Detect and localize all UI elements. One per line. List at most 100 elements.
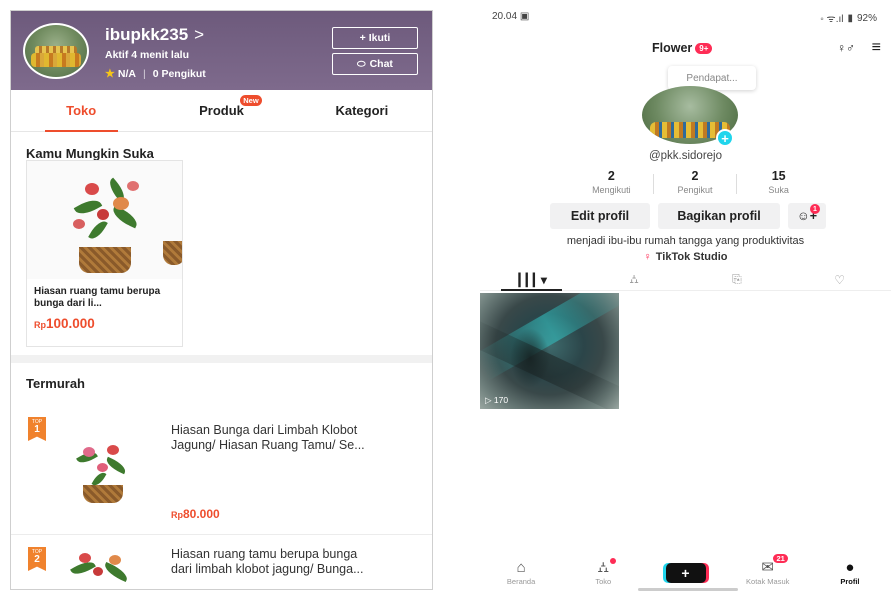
create-icon: + — [665, 563, 706, 583]
studio-label: TikTok Studio — [655, 251, 728, 263]
liked-heart-icon: ♡ — [834, 272, 845, 287]
follow-label: + Ikuti — [359, 32, 391, 44]
nav-create[interactable]: + — [644, 563, 726, 583]
stat-value: 2 — [691, 169, 699, 183]
tab-label: Produk — [199, 103, 244, 118]
stat-likes[interactable]: 15 Suka — [737, 169, 820, 199]
tab-produk[interactable]: Produk New — [151, 90, 291, 131]
new-badge: New — [240, 95, 262, 106]
repost-icon: ⎘ — [732, 272, 742, 286]
nav-label: Toko — [595, 577, 612, 586]
rank-number: 2 — [34, 554, 40, 565]
tiktok-profile-screen: 20.04 ▣ ◦ ᯤ.ıl ▮ 92% Flower 9+ ♀♂ ≡ Penda… — [480, 3, 891, 591]
status-time: 20.04 ▣ — [492, 11, 529, 22]
product-name-line: Jagung/ Hiasan Ruang Tamu/ Se... — [171, 438, 365, 452]
gallery-icon: ▣ — [519, 11, 530, 22]
shop-meta: ★ N/A | 0 Pengikut — [105, 67, 206, 81]
price-value: 100.000 — [46, 316, 95, 331]
list-item[interactable]: TOP 2 Hiasan ruang tamu berupa bunga dar… — [11, 537, 432, 589]
product-name-line: Hiasan Bunga dari Limbah Klobot — [171, 423, 358, 437]
rank-badge: TOP 1 — [28, 417, 46, 441]
tab-liked[interactable]: ♡ — [788, 269, 891, 290]
price-prefix: Rp — [34, 320, 46, 330]
follow-button[interactable]: + Ikuti — [332, 27, 418, 49]
chat-label: Chat — [369, 58, 393, 70]
account-switcher[interactable]: Flower 9+ — [652, 41, 713, 55]
account-name: Flower — [652, 41, 693, 55]
chat-button[interactable]: ⬭ Chat — [332, 53, 418, 75]
shop-icon: ⛼ — [597, 559, 610, 576]
shop-rating: N/A — [117, 67, 136, 80]
shop-active-status: Aktif 4 menit lalu — [105, 49, 190, 61]
star-icon: ★ — [105, 68, 115, 80]
profile-stats: 2 Mengikuti 2 Pengikut 15 Suka — [570, 169, 820, 199]
add-friend-button[interactable]: ☺+ 1 — [788, 203, 826, 229]
shop-followers: 0 Pengikut — [152, 67, 206, 80]
studio-icon: ♀ — [643, 251, 652, 263]
product-image — [63, 545, 143, 589]
chevron-right-icon: > — [194, 25, 205, 44]
product-name: Hiasan Bunga dari Limbah Klobot Jagung/ … — [171, 423, 419, 453]
nav-label: Profil — [840, 577, 860, 586]
shop-name[interactable]: ibupkk235 > — [105, 25, 204, 45]
tab-kategori[interactable]: Kategori — [292, 90, 432, 131]
stat-label: Pengikut — [677, 185, 713, 195]
menu-icon[interactable]: ≡ — [872, 40, 881, 56]
profile-actions: Edit profil Bagikan profil ☺+ 1 — [550, 203, 826, 229]
edit-profile-button[interactable]: Edit profil — [550, 203, 650, 229]
section-divider — [11, 355, 432, 363]
product-name: Hiasan ruang tamu berupa bunga dari limb… — [171, 547, 419, 577]
product-card[interactable]: Hiasan ruang tamu berupa bunga dari li..… — [26, 160, 183, 347]
nav-label: Kotak Masuk — [746, 577, 790, 586]
product-name-line: Hiasan ruang tamu berupa bunga — [171, 547, 358, 561]
dual-account-icon[interactable]: ♀♂ — [837, 41, 855, 55]
shop-header: ibupkk235 > Aktif 4 menit lalu ★ N/A | 0 … — [11, 11, 432, 90]
price-value: 80.000 — [183, 507, 220, 521]
nav-label: Beranda — [506, 577, 536, 586]
tiktok-studio-link[interactable]: ♀ TikTok Studio — [480, 251, 891, 263]
nav-profile[interactable]: ● Profil — [809, 559, 891, 587]
time-text: 20.04 — [492, 11, 518, 22]
price-prefix: Rp — [171, 510, 183, 520]
shop-avatar[interactable] — [23, 23, 89, 79]
shop-screen: ibupkk235 > Aktif 4 menit lalu ★ N/A | 0 … — [10, 10, 433, 590]
video-views: ▷ 170 — [485, 395, 509, 405]
add-story-icon[interactable]: + — [716, 129, 734, 147]
home-icon: ⌂ — [516, 559, 526, 576]
stat-value: 15 — [771, 169, 786, 183]
content-tabs: ┃┃┃ ▾ ⛼ ⎘ ♡ — [480, 269, 891, 291]
tab-toko[interactable]: Toko — [11, 90, 151, 132]
chat-bubble-icon: ⬭ — [357, 58, 366, 70]
status-bar: 20.04 ▣ ◦ ᯤ.ıl ▮ 92% — [480, 11, 891, 25]
product-price: Rp80.000 — [171, 507, 220, 521]
section-title-cheapest: Termurah — [26, 376, 85, 391]
inbox-icon: ✉ — [761, 559, 774, 576]
nav-shop[interactable]: ⛼ Toko — [562, 558, 644, 586]
inbox-badge: 21 — [773, 554, 788, 563]
stat-following[interactable]: 2 Mengikuti — [570, 169, 653, 199]
shop-tabs: Toko Produk New Kategori — [11, 90, 432, 132]
video-thumbnail[interactable]: ▷ 170 — [480, 293, 619, 409]
profile-topbar: Flower 9+ ♀♂ ≡ — [480, 40, 891, 61]
divider: | — [142, 67, 146, 80]
tab-reposts[interactable]: ⎘ — [686, 269, 789, 290]
signal-icon: ◦ ᯤ.ıl — [820, 14, 844, 25]
stat-followers[interactable]: 2 Pengikut — [654, 169, 737, 199]
notification-badge: 9+ — [695, 43, 713, 55]
stat-value: 2 — [607, 169, 615, 183]
nav-inbox[interactable]: ✉ 21 Kotak Masuk — [727, 554, 809, 586]
battery-icon: ▮ — [847, 12, 853, 24]
tab-videos[interactable]: ┃┃┃ ▾ — [480, 269, 583, 291]
product-price: Rp100.000 — [27, 310, 182, 331]
section-title-recommend: Kamu Mungkin Suka — [26, 146, 154, 161]
nav-home[interactable]: ⌂ Beranda — [480, 559, 562, 587]
profile-icon: ● — [845, 559, 855, 576]
product-image — [27, 161, 182, 279]
list-item[interactable]: TOP 1 Hiasan Bunga dari Limbah Klobot Ja… — [11, 411, 432, 531]
tab-label: Toko — [66, 103, 97, 118]
share-profile-button[interactable]: Bagikan profil — [658, 203, 780, 229]
notification-dot — [609, 558, 616, 564]
rank-number: 1 — [34, 424, 40, 435]
stat-label: Mengikuti — [592, 185, 631, 195]
tab-shop[interactable]: ⛼ — [583, 269, 686, 290]
